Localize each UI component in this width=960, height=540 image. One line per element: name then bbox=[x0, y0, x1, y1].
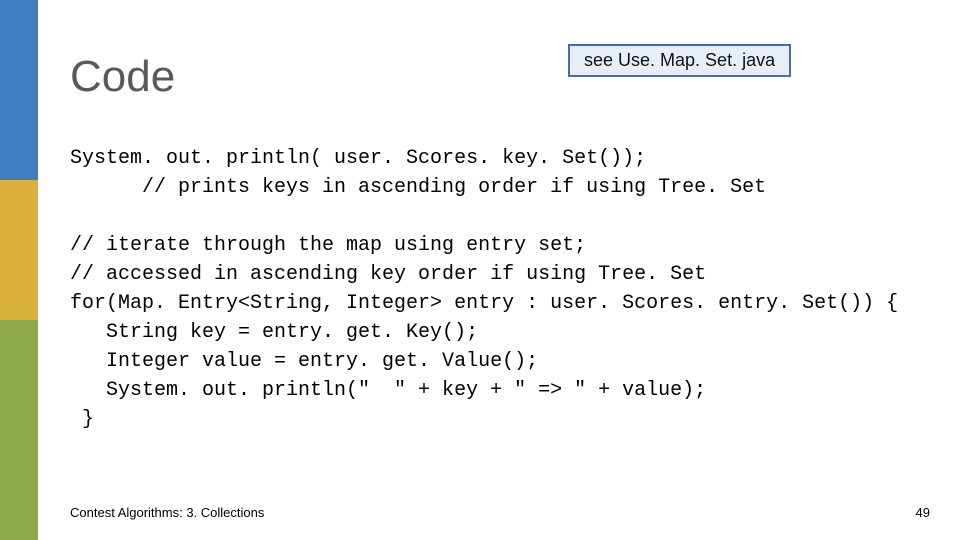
accent-gold bbox=[0, 180, 38, 320]
page-number: 49 bbox=[916, 505, 930, 520]
slide-title: Code bbox=[70, 52, 175, 102]
callout-box: see Use. Map. Set. java bbox=[568, 44, 791, 77]
footer-text: Contest Algorithms: 3. Collections bbox=[70, 505, 264, 520]
code-block: System. out. println( user. Scores. key.… bbox=[70, 144, 930, 434]
slide: Code see Use. Map. Set. java System. out… bbox=[0, 0, 960, 540]
accent-green bbox=[0, 320, 38, 540]
accent-blue bbox=[0, 0, 38, 180]
sidebar-accent bbox=[0, 0, 38, 540]
